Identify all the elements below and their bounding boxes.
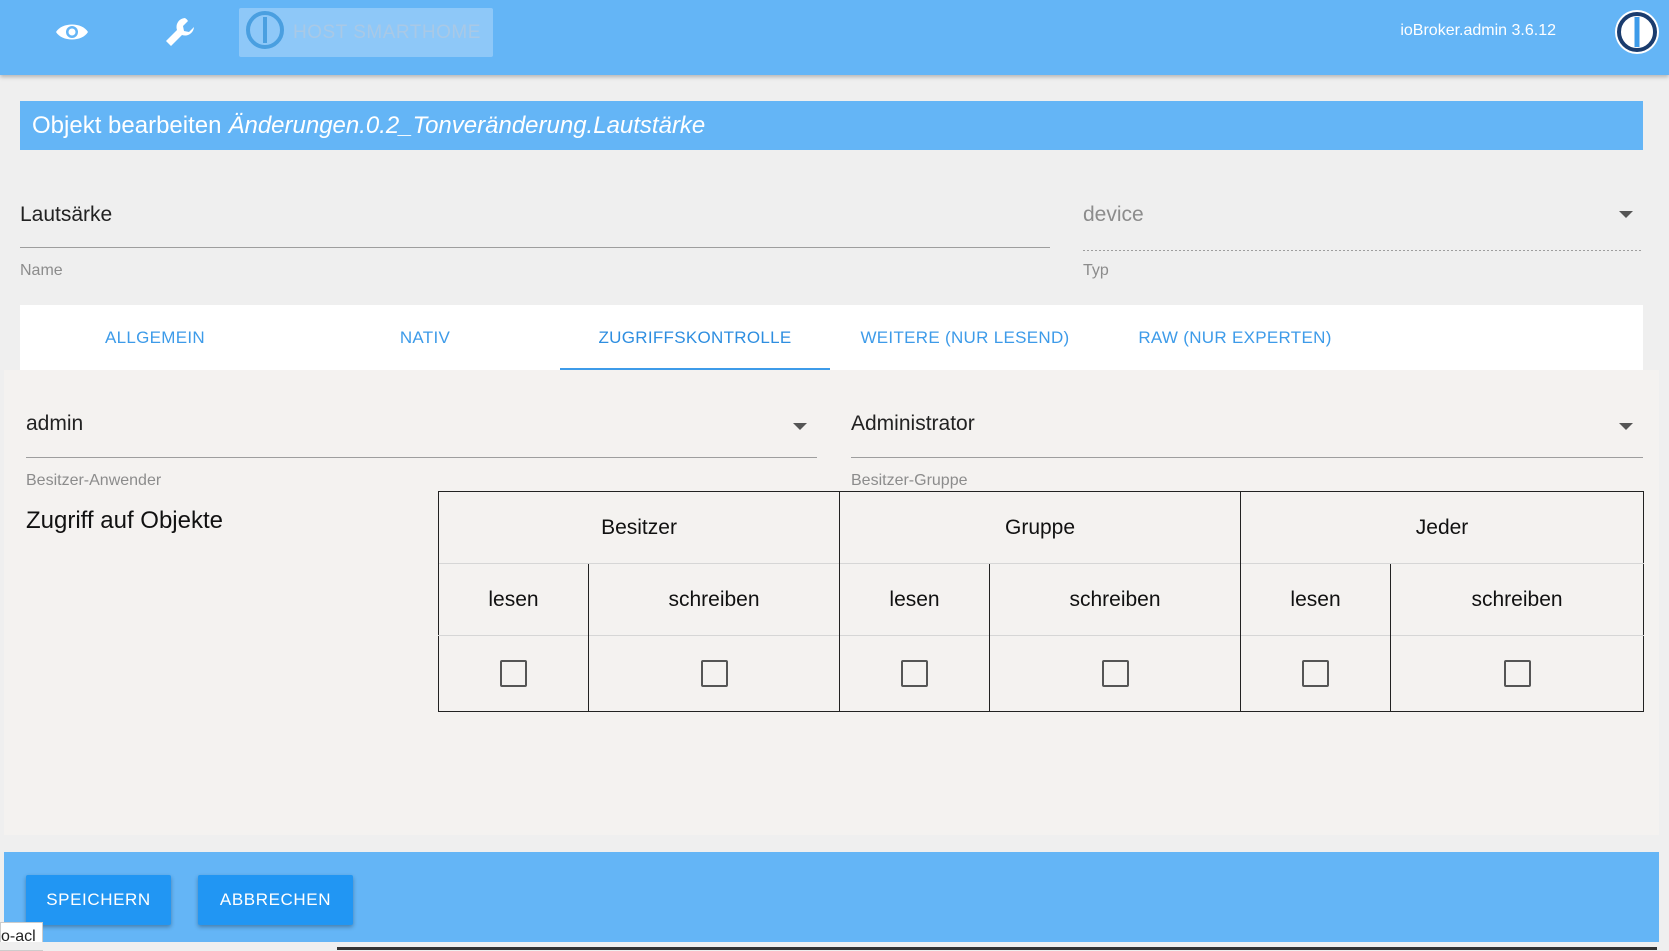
acl-group-header-everyone: Jeder <box>1240 491 1644 564</box>
dialog-actions: SPEICHERN ABBRECHEN <box>4 852 1659 942</box>
bottom-strip <box>0 942 1669 950</box>
name-value[interactable]: Lautsärke <box>20 203 112 227</box>
dialog-title-prefix: Objekt bearbeiten <box>32 111 222 139</box>
owner-user-value[interactable]: admin <box>26 412 83 436</box>
chevron-down-icon[interactable] <box>1619 211 1633 218</box>
tab-allgemein[interactable]: ALLGEMEIN <box>20 305 290 370</box>
type-select[interactable]: device Typ <box>1083 203 1643 283</box>
chevron-down-icon[interactable] <box>1619 423 1633 430</box>
object-id: Änderungen.0.2_Tonveränderung.Lautstärke <box>228 111 706 139</box>
chevron-down-icon[interactable] <box>793 423 807 430</box>
acl-perm-owner-read: lesen <box>438 563 589 636</box>
checkbox-everyone-read[interactable] <box>1302 660 1330 687</box>
tab-weitere[interactable]: WEITERE (NUR LESEND) <box>830 305 1100 370</box>
acl-table: Besitzer Gruppe Jeder lesen schreiben le… <box>437 491 1645 712</box>
acl-group-header-group: Gruppe <box>839 491 1241 564</box>
owner-group-underline <box>851 457 1643 458</box>
tab-raw[interactable]: RAW (NUR EXPERTEN) <box>1100 305 1370 370</box>
checkbox-owner-read[interactable] <box>500 660 527 687</box>
owner-user-underline <box>26 457 817 458</box>
host-selector-button[interactable]: HOST SMARTHOME <box>239 8 493 57</box>
owner-group-value[interactable]: Administrator <box>851 412 975 436</box>
save-button[interactable]: SPEICHERN <box>26 875 171 925</box>
checkbox-group-read[interactable] <box>901 660 929 687</box>
acl-perm-group-read: lesen <box>839 563 990 636</box>
checkbox-owner-write[interactable] <box>700 660 728 687</box>
owner-group-select[interactable]: Administrator Besitzer-Gruppe <box>851 412 1643 492</box>
checkbox-group-write[interactable] <box>1101 660 1129 687</box>
tab-zugriffskontrolle[interactable]: ZUGRIFFSKONTROLLE <box>560 305 830 370</box>
eye-icon[interactable] <box>48 14 96 50</box>
owner-user-label: Besitzer-Anwender <box>26 472 162 489</box>
acl-perm-everyone-read: lesen <box>1240 563 1391 636</box>
iobroker-logo-icon <box>1613 8 1661 61</box>
dialog-title: Objekt bearbeiten Änderungen.0.2_Tonverä… <box>20 101 1643 150</box>
cancel-button[interactable]: ABBRECHEN <box>198 875 353 925</box>
acl-group-header-owner: Besitzer <box>437 491 840 564</box>
version-label: ioBroker.admin 3.6.12 <box>1400 22 1556 39</box>
name-label: Name <box>20 262 63 279</box>
acl-perm-owner-write: schreiben <box>587 563 840 636</box>
name-underline <box>20 247 1050 248</box>
acl-heading: Zugriff auf Objekte <box>26 507 223 534</box>
tab-nativ[interactable]: NATIV <box>290 305 560 370</box>
name-field[interactable]: Lautsärke Name <box>20 203 1050 283</box>
iobroker-logo-icon <box>245 10 285 55</box>
type-value[interactable]: device <box>1083 203 1144 227</box>
type-label: Typ <box>1083 262 1109 279</box>
host-label: HOST SMARTHOME <box>293 21 481 43</box>
tab-bar: ALLGEMEIN NATIV ZUGRIFFSKONTROLLE WEITER… <box>20 305 1643 370</box>
acl-perm-everyone-write: schreiben <box>1390 563 1644 636</box>
acl-perm-group-write: schreiben <box>989 563 1241 636</box>
wrench-icon[interactable] <box>156 14 204 50</box>
top-app-bar: HOST SMARTHOME ioBroker.admin 3.6.12 <box>0 0 1669 75</box>
owner-user-select[interactable]: admin Besitzer-Anwender <box>26 412 817 492</box>
type-underline <box>1083 250 1643 251</box>
checkbox-everyone-write[interactable] <box>1503 660 1531 687</box>
owner-group-label: Besitzer-Gruppe <box>851 472 968 489</box>
